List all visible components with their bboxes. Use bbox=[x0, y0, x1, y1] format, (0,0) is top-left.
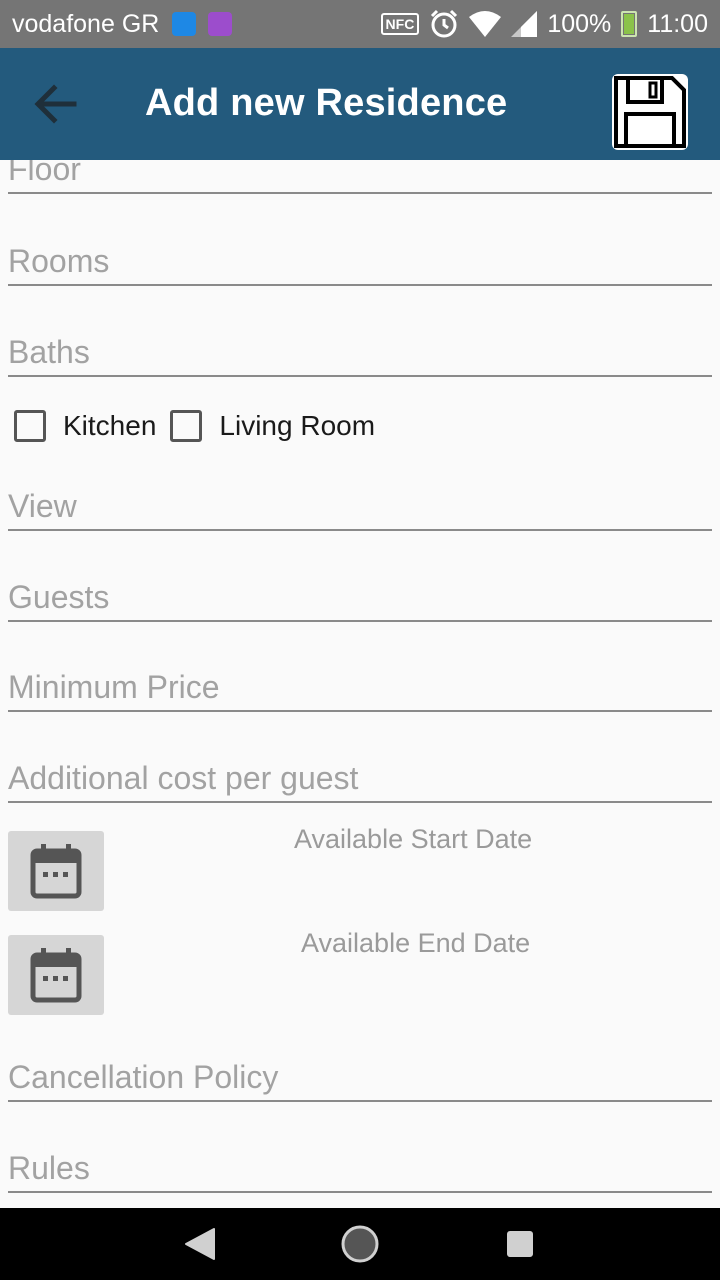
signal-icon bbox=[511, 11, 538, 37]
view-field[interactable] bbox=[8, 488, 712, 525]
cancellation-policy-field[interactable] bbox=[8, 1059, 712, 1096]
alarm-icon bbox=[431, 9, 458, 38]
nav-home-button[interactable] bbox=[315, 1208, 405, 1280]
status-bar: vodafone GR NFC 100% 11:00 bbox=[0, 0, 720, 48]
calendar-icon bbox=[30, 948, 82, 1003]
baths-field-container bbox=[8, 303, 712, 377]
living-room-checkbox-box[interactable] bbox=[170, 410, 203, 442]
floppy-disk-icon bbox=[614, 76, 686, 148]
page-title: Add new Residence bbox=[145, 82, 508, 124]
start-date-button[interactable] bbox=[8, 831, 104, 911]
nav-back-button[interactable] bbox=[155, 1208, 245, 1280]
usb-notification-icon bbox=[172, 12, 196, 36]
save-button[interactable] bbox=[612, 74, 688, 150]
guests-field-container bbox=[8, 548, 712, 622]
view-field-container bbox=[8, 457, 712, 531]
calendar-icon bbox=[30, 844, 82, 899]
battery-percentage: 100% bbox=[547, 9, 612, 38]
arrow-back-icon bbox=[34, 84, 77, 124]
additional-cost-field-container bbox=[8, 729, 712, 803]
battery-icon bbox=[621, 11, 638, 37]
end-date-label: Available End Date bbox=[301, 928, 531, 958]
end-date-button[interactable] bbox=[8, 935, 104, 1015]
start-date-label: Available Start Date bbox=[294, 824, 533, 854]
triangle-back-icon bbox=[185, 1228, 215, 1260]
living-room-checkbox[interactable]: Living Room bbox=[170, 410, 375, 442]
floor-field[interactable] bbox=[8, 160, 712, 188]
minimum-price-field[interactable] bbox=[8, 669, 712, 706]
carrier-name: vodafone GR bbox=[12, 10, 160, 38]
floor-field-container bbox=[8, 160, 712, 194]
baths-field[interactable] bbox=[8, 334, 712, 371]
kitchen-label: Kitchen bbox=[63, 410, 157, 441]
nfc-icon: NFC bbox=[380, 13, 420, 35]
additional-cost-field[interactable] bbox=[8, 760, 712, 797]
residence-form: Kitchen Living Room Available Start Date bbox=[0, 160, 720, 1208]
nav-recents-button[interactable] bbox=[475, 1208, 565, 1280]
clock-time: 11:00 bbox=[647, 9, 708, 38]
image-notification-icon bbox=[208, 12, 232, 36]
wifi-icon bbox=[469, 11, 502, 37]
kitchen-checkbox[interactable]: Kitchen bbox=[14, 410, 156, 442]
kitchen-checkbox-box[interactable] bbox=[14, 410, 46, 442]
rules-field[interactable] bbox=[8, 1150, 712, 1187]
rules-field-container bbox=[8, 1119, 712, 1193]
guests-field[interactable] bbox=[8, 579, 712, 616]
living-room-label: Living Room bbox=[219, 410, 376, 441]
navigation-bar bbox=[0, 1208, 720, 1280]
back-button[interactable] bbox=[28, 80, 84, 128]
rooms-field[interactable] bbox=[8, 243, 712, 280]
amenities-checkboxes: Kitchen Living Room bbox=[14, 406, 389, 446]
minimum-price-field-container bbox=[8, 638, 712, 712]
cancellation-policy-field-container bbox=[8, 1028, 712, 1102]
square-recents-icon bbox=[507, 1231, 533, 1257]
rooms-field-container bbox=[8, 212, 712, 286]
circle-home-icon bbox=[341, 1225, 379, 1263]
app-bar: Add new Residence bbox=[0, 48, 720, 160]
